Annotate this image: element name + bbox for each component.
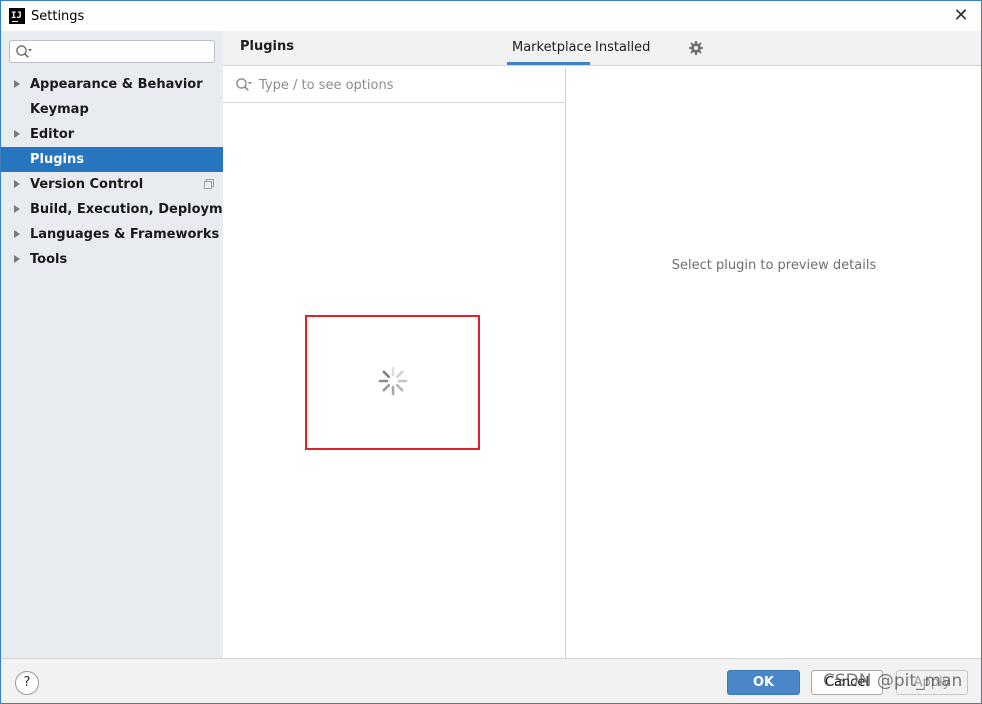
apply-button[interactable]: Apply bbox=[896, 670, 968, 695]
sidebar-item-label: Build, Execution, Deployment bbox=[30, 202, 247, 217]
cancel-button[interactable]: Cancel bbox=[811, 670, 883, 695]
empty-details-hint: Select plugin to preview details bbox=[671, 258, 877, 273]
plugin-search-box[interactable] bbox=[223, 67, 565, 103]
sidebar-item-appearance-behavior[interactable]: Appearance & Behavior bbox=[1, 72, 223, 97]
loading-spinner-icon bbox=[378, 366, 408, 396]
spinner-spoke bbox=[395, 383, 404, 392]
chevron-right-icon[interactable] bbox=[14, 255, 20, 263]
chevron-right-icon[interactable] bbox=[14, 180, 20, 188]
sidebar-search-input[interactable] bbox=[36, 43, 212, 60]
chevron-right-icon[interactable] bbox=[14, 230, 20, 238]
close-icon[interactable]: ✕ bbox=[951, 6, 971, 26]
sidebar-item-label: Languages & Frameworks bbox=[30, 227, 220, 242]
page-title: Plugins bbox=[240, 39, 294, 54]
spinner-spoke bbox=[382, 383, 391, 392]
settings-nav-tree: Appearance & Behavior Keymap Editor Plug… bbox=[1, 72, 247, 272]
plugins-header: Plugins Marketplace Installed bbox=[223, 31, 981, 66]
project-level-icon bbox=[204, 179, 214, 189]
sidebar-item-languages-frameworks[interactable]: Languages & Frameworks bbox=[1, 222, 223, 247]
window-title: Settings bbox=[31, 9, 85, 24]
ok-button[interactable]: OK bbox=[727, 670, 800, 695]
dialog-footer: ? OK Cancel Apply CSDN @pit_man bbox=[1, 658, 981, 703]
gear-icon[interactable] bbox=[688, 40, 704, 56]
sidebar-item-editor[interactable]: Editor bbox=[1, 122, 223, 147]
plugin-search-input[interactable] bbox=[259, 76, 549, 94]
sidebar-item-keymap[interactable]: Keymap bbox=[1, 97, 223, 122]
sidebar-search-box[interactable] bbox=[9, 40, 215, 63]
spinner-spoke bbox=[382, 370, 391, 379]
plugin-list-panel bbox=[223, 67, 566, 658]
tab-marketplace[interactable]: Marketplace bbox=[512, 40, 592, 55]
search-icon bbox=[16, 45, 32, 58]
title-bar: IJ Settings ✕ bbox=[1, 1, 981, 31]
intellij-app-icon: IJ bbox=[9, 8, 25, 24]
sidebar-item-label: Version Control bbox=[30, 177, 144, 192]
sidebar-item-tools[interactable]: Tools bbox=[1, 247, 223, 272]
chevron-right-icon[interactable] bbox=[14, 205, 20, 213]
sidebar-item-plugins[interactable]: Plugins bbox=[1, 147, 223, 172]
sidebar-item-version-control[interactable]: Version Control bbox=[1, 172, 223, 197]
plugin-details-panel: Select plugin to preview details bbox=[567, 67, 981, 658]
chevron-right-icon[interactable] bbox=[14, 80, 20, 88]
sidebar-item-build-execution-deployment[interactable]: Build, Execution, Deployment bbox=[1, 197, 247, 222]
spinner-spoke bbox=[395, 370, 404, 379]
sidebar-item-label: Appearance & Behavior bbox=[30, 77, 203, 92]
sidebar-item-label: Plugins bbox=[30, 152, 84, 167]
sidebar-item-label: Keymap bbox=[30, 102, 89, 117]
chevron-right-icon[interactable] bbox=[14, 130, 20, 138]
settings-sidebar: Appearance & Behavior Keymap Editor Plug… bbox=[1, 31, 247, 658]
tab-installed[interactable]: Installed bbox=[595, 40, 650, 55]
help-button[interactable]: ? bbox=[15, 671, 39, 695]
search-icon bbox=[236, 78, 252, 91]
sidebar-item-label: Tools bbox=[30, 252, 68, 267]
sidebar-item-label: Editor bbox=[30, 127, 75, 142]
settings-window: IJ Settings ✕ Appearance & Behavior Keym… bbox=[0, 0, 982, 704]
active-tab-indicator bbox=[507, 62, 590, 65]
